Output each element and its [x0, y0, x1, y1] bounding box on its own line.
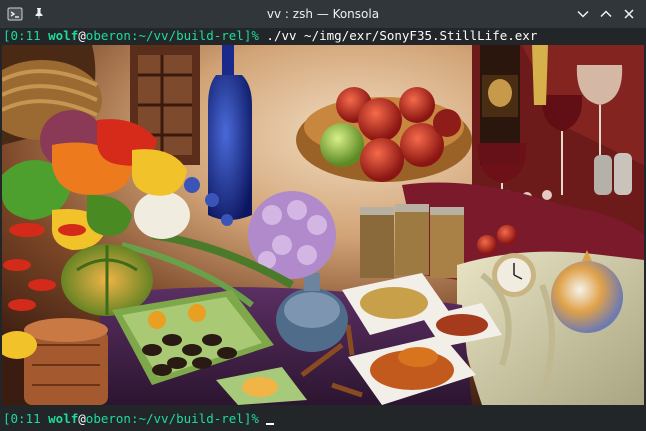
prompt-path: :~/vv/build-rel: [130, 28, 244, 43]
still-life-image: [2, 45, 644, 405]
close-icon[interactable]: [620, 5, 638, 23]
prompt-path: :~/vv/build-rel: [130, 411, 244, 426]
prompt-user: wolf: [48, 28, 79, 43]
konsole-window: vv : zsh — Konsola [0:11 wolf@oberon:~/v…: [0, 0, 646, 431]
command-text: ./vv ~/img/exr/SonyF35.StillLife.exr: [258, 28, 538, 43]
command-input[interactable]: [259, 411, 267, 426]
prompt-symbol: ]%: [243, 28, 259, 43]
window-title: vv : zsh — Konsola: [266, 7, 380, 21]
prompt-time: [0:11: [3, 28, 49, 43]
prompt-at: @: [78, 411, 86, 426]
prompt-host: oberon: [85, 411, 131, 426]
text-cursor: [266, 423, 275, 425]
prompt-line-command[interactable]: [0:11 wolf@oberon:~/vv/build-rel]% ./vv …: [3, 28, 537, 44]
title-bar[interactable]: vv : zsh — Konsola: [0, 0, 646, 28]
minimize-chevron-down-icon[interactable]: [574, 5, 592, 23]
prompt-user: wolf: [48, 411, 79, 426]
prompt-symbol: ]%: [243, 411, 259, 426]
prompt-time: [0:11: [3, 411, 49, 426]
maximize-chevron-up-icon[interactable]: [597, 5, 615, 23]
prompt-line-input[interactable]: [0:11 wolf@oberon:~/vv/build-rel]%: [3, 411, 275, 427]
prompt-at: @: [78, 28, 86, 43]
prompt-host: oberon: [85, 28, 131, 43]
